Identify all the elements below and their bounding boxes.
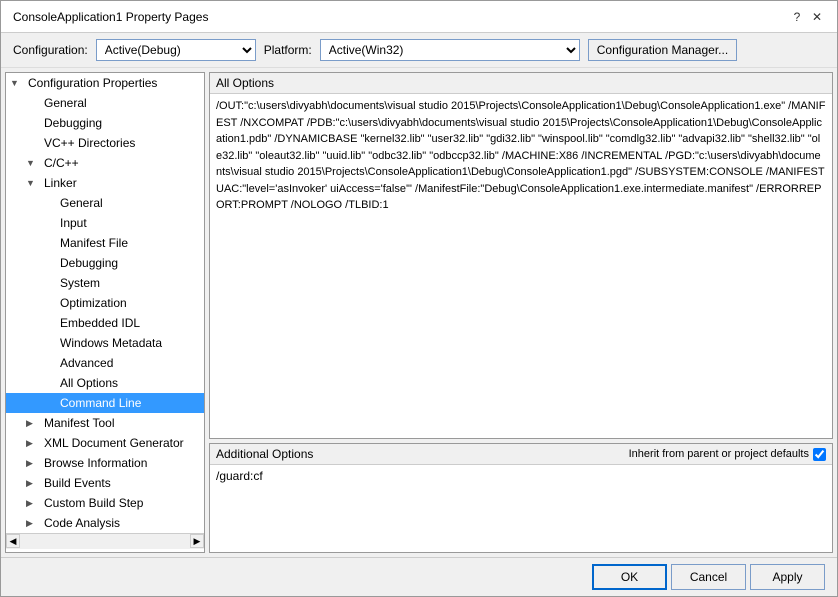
config-label: Configuration: <box>13 43 88 57</box>
tree-label-code-analysis: Code Analysis <box>44 516 200 530</box>
tree-label-windows-metadata: Windows Metadata <box>60 336 200 350</box>
platform-select[interactable]: Active(Win32) <box>320 39 580 61</box>
title-controls: ? ✕ <box>789 9 825 25</box>
tree-arrow-custom-build: ▶ <box>26 498 42 509</box>
tree-item-debugging[interactable]: Debugging <box>6 113 204 133</box>
tree-item-general[interactable]: General <box>6 93 204 113</box>
tree-item-command-line[interactable]: Command Line <box>6 393 204 413</box>
tree-item-windows-metadata[interactable]: Windows Metadata <box>6 333 204 353</box>
hscroll-track <box>20 534 190 549</box>
scroll-right[interactable]: ▶ <box>190 534 204 548</box>
tree-arrow-linker: ▼ <box>26 178 42 188</box>
close-button[interactable]: ✕ <box>809 9 825 25</box>
cancel-button[interactable]: Cancel <box>671 564 746 590</box>
all-options-content: /OUT:"c:\users\divyabh\documents\visual … <box>210 94 832 438</box>
tree-item-build-events[interactable]: ▶Build Events <box>6 473 204 493</box>
tree-item-all-options[interactable]: All Options <box>6 373 204 393</box>
tree-arrow-build-events: ▶ <box>26 478 42 489</box>
additional-options-textarea[interactable] <box>210 465 832 552</box>
apply-button[interactable]: Apply <box>750 564 825 590</box>
tree-item-config-props[interactable]: ▼Configuration Properties <box>6 73 204 93</box>
tree-item-linker-input[interactable]: Input <box>6 213 204 233</box>
inherit-row: Inherit from parent or project defaults <box>629 448 826 461</box>
tree-item-system[interactable]: System <box>6 273 204 293</box>
tree-item-manifest-tool[interactable]: ▶Manifest Tool <box>6 413 204 433</box>
bottom-bar: OK Cancel Apply <box>1 557 837 596</box>
right-panel: All Options /OUT:"c:\users\divyabh\docum… <box>209 72 833 553</box>
tree-label-custom-build: Custom Build Step <box>44 496 200 510</box>
tree-label-debugging: Debugging <box>44 116 200 130</box>
tree-item-linker[interactable]: ▼Linker <box>6 173 204 193</box>
tree-item-advanced[interactable]: Advanced <box>6 353 204 373</box>
tree-item-browse-info[interactable]: ▶Browse Information <box>6 453 204 473</box>
tree-label-browse-info: Browse Information <box>44 456 200 470</box>
tree-arrow-c-cpp: ▼ <box>26 158 42 168</box>
tree-item-code-analysis[interactable]: ▶Code Analysis <box>6 513 204 533</box>
tree-arrow-browse-info: ▶ <box>26 458 42 469</box>
all-options-header: All Options <box>210 73 832 94</box>
tree-label-linker-input: Input <box>60 216 200 230</box>
tree-label-manifest-file: Manifest File <box>60 236 200 250</box>
tree-arrow-xml-doc-gen: ▶ <box>26 438 42 449</box>
tree-item-vc-dirs[interactable]: VC++ Directories <box>6 133 204 153</box>
additional-options-section: Additional Options Inherit from parent o… <box>209 443 833 553</box>
main-content: ▼Configuration PropertiesGeneralDebuggin… <box>1 68 837 557</box>
tree-arrow-manifest-tool: ▶ <box>26 418 42 429</box>
tree-label-optimization: Optimization <box>60 296 200 310</box>
tree-label-manifest-tool: Manifest Tool <box>44 416 200 430</box>
tree-label-config-props: Configuration Properties <box>28 76 200 90</box>
tree-label-system: System <box>60 276 200 290</box>
tree-arrow-code-analysis: ▶ <box>26 518 42 529</box>
tree-item-embedded-idl[interactable]: Embedded IDL <box>6 313 204 333</box>
tree-label-vc-dirs: VC++ Directories <box>44 136 200 150</box>
config-manager-button[interactable]: Configuration Manager... <box>588 39 737 61</box>
inherit-checkbox[interactable] <box>813 448 826 461</box>
ok-button[interactable]: OK <box>592 564 667 590</box>
tree-label-linker: Linker <box>44 176 200 190</box>
tree-label-general: General <box>44 96 200 110</box>
config-select[interactable]: Active(Debug) <box>96 39 256 61</box>
tree-item-custom-build[interactable]: ▶Custom Build Step <box>6 493 204 513</box>
tree-item-optimization[interactable]: Optimization <box>6 293 204 313</box>
title-bar: ConsoleApplication1 Property Pages ? ✕ <box>1 1 837 33</box>
tree-panel: ▼Configuration PropertiesGeneralDebuggin… <box>5 72 205 553</box>
tree-item-linker-general[interactable]: General <box>6 193 204 213</box>
dialog-title: ConsoleApplication1 Property Pages <box>13 10 208 24</box>
config-row: Configuration: Active(Debug) Platform: A… <box>1 33 837 68</box>
tree-item-c-cpp[interactable]: ▼C/C++ <box>6 153 204 173</box>
scroll-left[interactable]: ◀ <box>6 534 20 548</box>
inherit-label: Inherit from parent or project defaults <box>629 448 809 460</box>
help-button[interactable]: ? <box>789 9 805 25</box>
tree-label-linker-debugging: Debugging <box>60 256 200 270</box>
tree-item-linker-debugging[interactable]: Debugging <box>6 253 204 273</box>
additional-options-header: Additional Options <box>216 447 313 461</box>
tree-label-command-line: Command Line <box>60 396 200 410</box>
tree-label-all-options: All Options <box>60 376 200 390</box>
tree-label-linker-general: General <box>60 196 200 210</box>
additional-header-row: Additional Options Inherit from parent o… <box>210 444 832 465</box>
all-options-section: All Options /OUT:"c:\users\divyabh\docum… <box>209 72 833 439</box>
tree-hscroll[interactable]: ◀▶ <box>6 533 204 549</box>
tree-item-xml-doc-gen[interactable]: ▶XML Document Generator <box>6 433 204 453</box>
platform-label: Platform: <box>264 43 312 57</box>
tree-label-advanced: Advanced <box>60 356 200 370</box>
tree-label-build-events: Build Events <box>44 476 200 490</box>
tree-label-embedded-idl: Embedded IDL <box>60 316 200 330</box>
tree-arrow-config-props: ▼ <box>10 78 26 88</box>
tree-label-xml-doc-gen: XML Document Generator <box>44 436 200 450</box>
tree-label-c-cpp: C/C++ <box>44 156 200 170</box>
tree-item-manifest-file[interactable]: Manifest File <box>6 233 204 253</box>
property-pages-dialog: ConsoleApplication1 Property Pages ? ✕ C… <box>0 0 838 597</box>
